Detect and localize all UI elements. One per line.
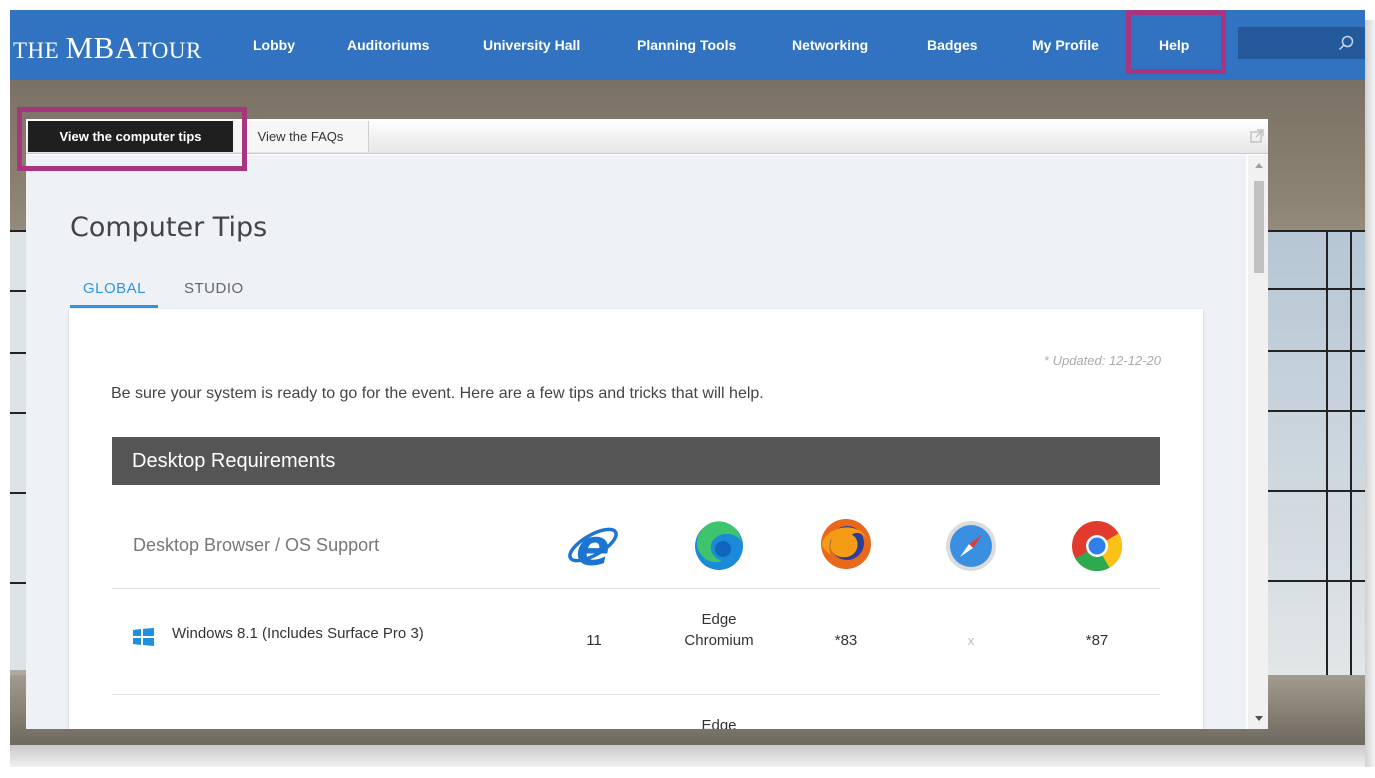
- nav-networking[interactable]: Networking: [792, 37, 868, 53]
- active-tab-indicator: [70, 305, 158, 308]
- intro-text: Be sure your system is ready to go for t…: [111, 385, 764, 402]
- search-input[interactable]: [1238, 27, 1365, 59]
- nav-planning-tools[interactable]: Planning Tools: [637, 37, 736, 53]
- nav-badges[interactable]: Badges: [927, 37, 978, 53]
- svg-text:e: e: [576, 519, 610, 573]
- section-header: Desktop Requirements: [112, 437, 1160, 485]
- app-window: THE MBATOUR Lobby Auditoriums University…: [10, 10, 1365, 745]
- row-divider: [112, 588, 1160, 589]
- safari-icon: [946, 521, 996, 571]
- help-highlight-box: [1126, 10, 1226, 74]
- browser-support-label: Desktop Browser / OS Support: [133, 535, 380, 555]
- tab-studio[interactable]: STUDIO: [184, 280, 244, 297]
- edge-icon: [695, 521, 743, 570]
- nav-university-hall[interactable]: University Hall: [483, 37, 580, 53]
- table-cell: x: [967, 633, 975, 648]
- page-title: Computer Tips: [70, 212, 268, 243]
- background-window-right: [1266, 230, 1365, 690]
- search-icon[interactable]: [1337, 34, 1355, 52]
- section-title: Desktop Requirements: [132, 449, 336, 472]
- windows-icon: [133, 628, 154, 646]
- frame-shadow: [10, 745, 1365, 767]
- tips-card: * Updated: 12-12-20 Be sure your system …: [69, 309, 1203, 729]
- table-cell: Edge Chromium: [684, 611, 754, 649]
- tab-faqs[interactable]: View the FAQs: [233, 121, 369, 152]
- table-cell: *87: [1085, 632, 1109, 649]
- scroll-down-icon[interactable]: [1255, 716, 1263, 721]
- nav-auditoriums[interactable]: Auditoriums: [347, 37, 429, 53]
- internet-explorer-icon: e: [568, 519, 618, 573]
- frame-shadow: [1365, 20, 1375, 767]
- mba-tour-logo[interactable]: THE MBATOUR: [13, 30, 202, 66]
- computer-tips-highlight-box: [17, 107, 247, 171]
- background-window-left: [10, 230, 26, 670]
- table-cell: *83: [834, 632, 858, 649]
- row-divider: [112, 694, 1160, 695]
- os-name: Windows 8.1 (Includes Surface Pro 3): [172, 625, 424, 642]
- scroll-thumb[interactable]: [1254, 181, 1264, 273]
- help-panel: View the computer tips View the FAQs Com…: [17, 107, 1268, 729]
- popout-icon[interactable]: [1250, 129, 1264, 143]
- table-cell: 11: [586, 632, 602, 649]
- nav-lobby[interactable]: Lobby: [253, 37, 295, 53]
- nav-my-profile[interactable]: My Profile: [1032, 37, 1099, 53]
- table-cell: Edge: [701, 717, 737, 729]
- computer-tips-content: Computer Tips GLOBAL STUDIO * Updated: 1…: [26, 155, 1246, 729]
- vertical-scrollbar[interactable]: [1248, 155, 1268, 729]
- tab-global[interactable]: GLOBAL: [83, 280, 146, 297]
- firefox-icon: [821, 519, 871, 569]
- updated-date: * Updated: 12-12-20: [1043, 353, 1161, 368]
- chrome-icon: [1072, 521, 1122, 572]
- top-navigation: THE MBATOUR Lobby Auditoriums University…: [10, 10, 1365, 80]
- scroll-up-icon[interactable]: [1255, 163, 1263, 168]
